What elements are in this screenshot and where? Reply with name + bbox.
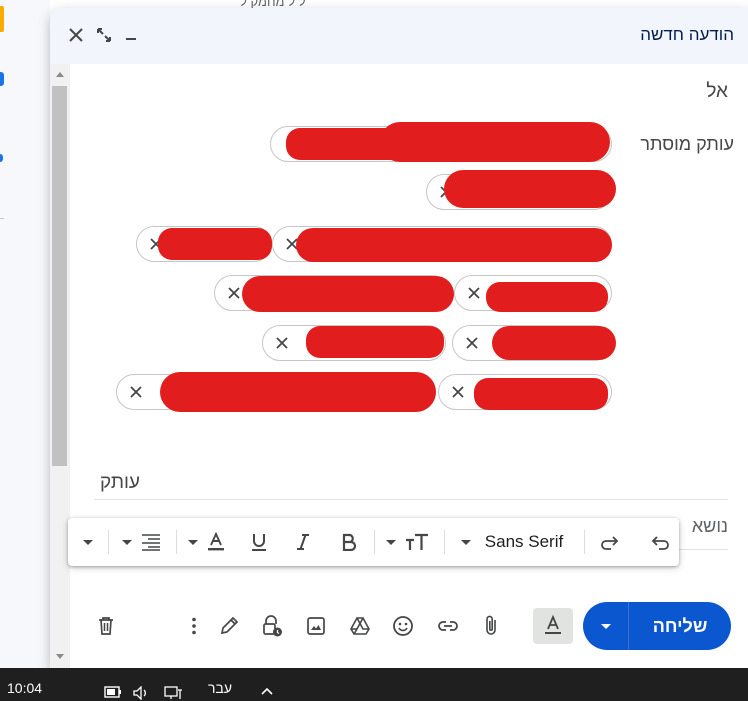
chevron-down-icon <box>188 539 198 545</box>
chevron-down-icon <box>386 539 396 545</box>
network-icon[interactable] <box>164 686 184 700</box>
formatting-options-button[interactable] <box>533 608 573 644</box>
align-dropdown[interactable] <box>116 527 168 557</box>
align-icon <box>142 534 160 551</box>
fullscreen-icon[interactable] <box>93 24 115 46</box>
scroll-up-arrow-icon[interactable] <box>56 72 64 77</box>
bold-icon[interactable] <box>336 527 362 557</box>
text-size-dropdown[interactable] <box>380 527 436 557</box>
toolbar-divider <box>108 530 109 554</box>
redaction-mark <box>160 372 436 412</box>
send-button[interactable]: שליחה <box>629 602 731 650</box>
redaction-mark <box>380 122 610 162</box>
text-format-icon <box>545 615 561 634</box>
drive-icon[interactable] <box>347 613 373 639</box>
compose-scrollbar[interactable] <box>50 64 70 668</box>
sidebar-divider <box>0 218 4 219</box>
chevron-down-icon <box>122 539 132 545</box>
toolbar-divider <box>374 530 375 554</box>
confidential-icon[interactable] <box>259 613 285 639</box>
italic-icon[interactable] <box>290 527 316 557</box>
language-indicator[interactable]: עבר <box>208 680 232 696</box>
toolbar-divider <box>584 530 585 554</box>
toolbar-divider <box>176 530 177 554</box>
redaction-mark <box>158 228 272 260</box>
more-options-icon[interactable] <box>187 613 201 639</box>
chevron-down-icon <box>600 623 611 629</box>
remove-chip-icon[interactable] <box>128 384 144 400</box>
undo-icon[interactable] <box>646 527 672 557</box>
subject-placeholder: נושא <box>691 516 728 536</box>
chevron-down-icon <box>83 539 93 545</box>
volume-icon[interactable] <box>132 686 150 700</box>
chevron-up-icon[interactable] <box>260 686 274 696</box>
minimize-icon[interactable] <box>120 24 142 46</box>
font-dropdown[interactable]: Sans Serif <box>448 527 576 557</box>
redaction-mark <box>474 378 608 410</box>
signature-icon[interactable] <box>216 613 242 639</box>
redo-icon[interactable] <box>598 527 624 557</box>
attach-icon[interactable] <box>478 613 504 639</box>
chevron-down-icon <box>460 539 471 545</box>
redaction-mark <box>296 228 612 262</box>
font-name: Sans Serif <box>484 532 564 551</box>
to-field-label: אל <box>706 81 728 102</box>
compose-title: הודעה חדשה <box>640 25 734 44</box>
text-size-icon <box>406 533 428 550</box>
redaction-mark <box>492 326 616 360</box>
send-button-group: שליחה <box>583 602 731 650</box>
send-options-button[interactable] <box>583 602 628 650</box>
scroll-thumb[interactable] <box>52 86 67 466</box>
cc-field-label: עותק <box>100 472 140 493</box>
remove-chip-icon[interactable] <box>466 285 482 301</box>
link-icon[interactable] <box>435 613 461 639</box>
underline-icon[interactable] <box>246 527 272 557</box>
taskbar-clock[interactable]: 10:04 <box>7 680 42 696</box>
cc-field[interactable]: עותק <box>94 464 728 500</box>
redaction-mark <box>242 276 454 312</box>
remove-chip-icon[interactable] <box>274 335 290 351</box>
remove-chip-icon[interactable] <box>226 285 242 301</box>
bcc-hidden-label[interactable]: עותק מוסתר <box>640 134 734 155</box>
toolbar-divider <box>444 530 445 554</box>
image-icon[interactable] <box>303 613 329 639</box>
text-color-icon <box>208 532 224 551</box>
formatting-toolbar: Sans Serif <box>68 518 679 566</box>
sidebar-indicator <box>0 72 4 86</box>
remove-chip-icon[interactable] <box>464 335 480 351</box>
text-color-dropdown[interactable] <box>182 527 232 557</box>
close-icon[interactable] <box>65 24 87 46</box>
scroll-down-arrow-icon[interactable] <box>56 654 64 659</box>
more-formatting-button[interactable] <box>76 527 100 557</box>
redaction-mark <box>306 326 444 358</box>
remove-chip-icon[interactable] <box>450 384 466 400</box>
emoji-icon[interactable] <box>390 613 416 639</box>
redaction-mark <box>444 170 616 208</box>
compose-header: הודעה חדשה <box>50 8 748 64</box>
os-taskbar: 10:04 עבר <box>0 668 748 701</box>
delete-icon[interactable] <box>93 613 119 639</box>
redaction-mark <box>486 282 608 312</box>
compose-dialog: הודעה חדשה אל עותק מוסתר עותק נושא שליחה <box>50 8 748 668</box>
sidebar-accent <box>0 6 4 32</box>
sidebar-indicator-small <box>0 154 3 162</box>
battery-icon[interactable] <box>104 686 122 698</box>
